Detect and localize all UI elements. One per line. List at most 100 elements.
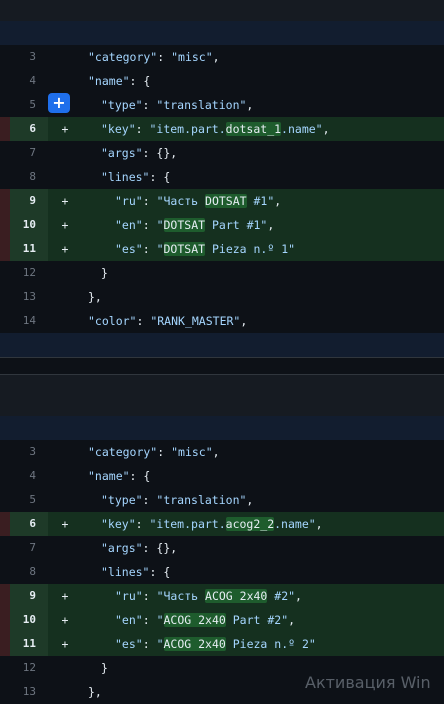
code-text: "args": {}, <box>101 536 177 560</box>
punct: , <box>267 218 275 232</box>
changed-token: DOTSAT <box>163 242 206 256</box>
context-line: 3 "category": "misc", <box>0 440 444 464</box>
json-key: "category" <box>88 445 158 459</box>
added-line: 11 + "es": "ACOG 2x40 Pieza n.º 2" <box>0 632 444 656</box>
string-value: .name" <box>281 122 323 136</box>
line-number: 6 <box>0 117 48 141</box>
punct: : <box>157 50 172 64</box>
changed-token: DOTSAT <box>205 194 247 208</box>
added-line: 6 + "key": "item.part.acog2_2.name", <box>0 512 444 536</box>
line-number: 3 <box>0 45 48 69</box>
punct: : <box>142 218 157 232</box>
json-key: "type" <box>101 493 143 507</box>
json-key: "ru" <box>115 589 143 603</box>
code-text: "type": "translation", <box>101 93 253 117</box>
context-line: 8 "lines": { <box>0 560 444 584</box>
punct: , <box>212 445 220 459</box>
json-key: "lines" <box>101 565 150 579</box>
expand-hunk-bar[interactable] <box>0 333 444 357</box>
value: {} <box>156 541 171 555</box>
context-line: 13}, <box>0 285 444 309</box>
string-value: Part #2" <box>225 613 289 627</box>
code-text: } <box>101 261 108 285</box>
value: "misc" <box>171 50 213 64</box>
punct: , <box>246 98 254 112</box>
code-text: "category": "misc", <box>88 440 220 464</box>
code-text: "ru": "Часть ACOG 2x40 #2", <box>115 584 302 608</box>
punct: : <box>142 242 157 256</box>
punct: : <box>142 589 157 603</box>
punct: : <box>142 98 157 112</box>
string-value: #1" <box>246 194 275 208</box>
expand-hunk-bar[interactable] <box>0 21 444 45</box>
code-text: "args": {}, <box>101 141 177 165</box>
json-key: "lines" <box>101 170 150 184</box>
punct: : <box>129 469 144 483</box>
punct: { <box>143 74 151 88</box>
string-value: "Часть <box>156 589 206 603</box>
line-number: 13 <box>0 285 48 309</box>
json-key: "name" <box>88 74 130 88</box>
string-value: " <box>156 218 164 232</box>
line-number: 9 <box>0 584 48 608</box>
changed-token: ACOG 2x40 <box>163 637 226 651</box>
string-value: "Часть <box>156 194 206 208</box>
string-value: Part #1" <box>205 218 268 232</box>
add-marker: + <box>61 589 69 603</box>
added-line: 6 + "key": "item.part.dotsat_1.name", <box>0 117 444 141</box>
added-line: 11 + "es": "DOTSAT Pieza n.º 1" <box>0 237 444 261</box>
code-text: "en": "ACOG 2x40 Part #2", <box>115 608 295 632</box>
code-text: "key": "item.part.acog2_2.name", <box>101 512 323 536</box>
string-value: "item.part. <box>149 122 226 136</box>
punct: : <box>142 493 157 507</box>
code-text: "category": "misc", <box>88 45 220 69</box>
code-text: "key": "item.part.dotsat_1.name", <box>101 117 330 141</box>
line-number: 7 <box>0 536 48 560</box>
code-text: "name": { <box>88 69 150 93</box>
added-line: 10 + "en": "ACOG 2x40 Part #2", <box>0 608 444 632</box>
add-marker: + <box>61 218 69 232</box>
code-text: "es": "DOTSAT Pieza n.º 1" <box>115 237 295 261</box>
punct: : <box>149 565 164 579</box>
code-text: "es": "ACOG 2x40 Pieza n.º 2" <box>115 632 316 656</box>
context-line: 5 "type": "translation", <box>0 488 444 512</box>
expand-hunk-bar[interactable] <box>0 416 444 440</box>
string-value: " <box>156 637 164 651</box>
punct: , <box>170 146 178 160</box>
file-header-bar <box>0 0 444 22</box>
punct: }, <box>88 685 102 699</box>
line-number: 10 <box>0 213 48 237</box>
code-text: "color": "RANK_MASTER", <box>88 309 247 333</box>
changed-token: ACOG 2x40 <box>163 613 226 627</box>
line-number: 4 <box>0 464 48 488</box>
add-marker: + <box>61 242 69 256</box>
json-key: "args" <box>101 541 143 555</box>
code-text: "name": { <box>88 464 150 488</box>
punct: , <box>288 613 296 627</box>
punct: : <box>142 194 157 208</box>
punct: , <box>295 589 302 603</box>
line-number: 11 <box>0 632 48 656</box>
code-text: "ru": "Часть DOTSAT #1", <box>115 189 281 213</box>
json-key: "category" <box>88 50 158 64</box>
code-text: } <box>101 656 108 680</box>
value: "translation" <box>156 493 247 507</box>
code-text: "en": "DOTSAT Part #1", <box>115 213 274 237</box>
json-key: "en" <box>115 613 143 627</box>
line-number: 5 <box>0 488 48 512</box>
line-number: 3 <box>0 440 48 464</box>
value: "misc" <box>171 445 213 459</box>
punct: { <box>163 170 171 184</box>
add-marker: + <box>61 637 69 651</box>
line-number: 8 <box>0 165 48 189</box>
changed-token: ACOG 2x40 <box>205 589 268 603</box>
punct: , <box>322 122 330 136</box>
file-header-bar <box>0 374 444 417</box>
punct: : <box>142 637 157 651</box>
code-text: "type": "translation", <box>101 488 253 512</box>
json-key: "ru" <box>115 194 143 208</box>
add-marker: + <box>61 194 69 208</box>
punct: { <box>143 469 151 483</box>
code-text: "lines": { <box>101 560 170 584</box>
add-comment-button[interactable]: + <box>48 93 70 113</box>
